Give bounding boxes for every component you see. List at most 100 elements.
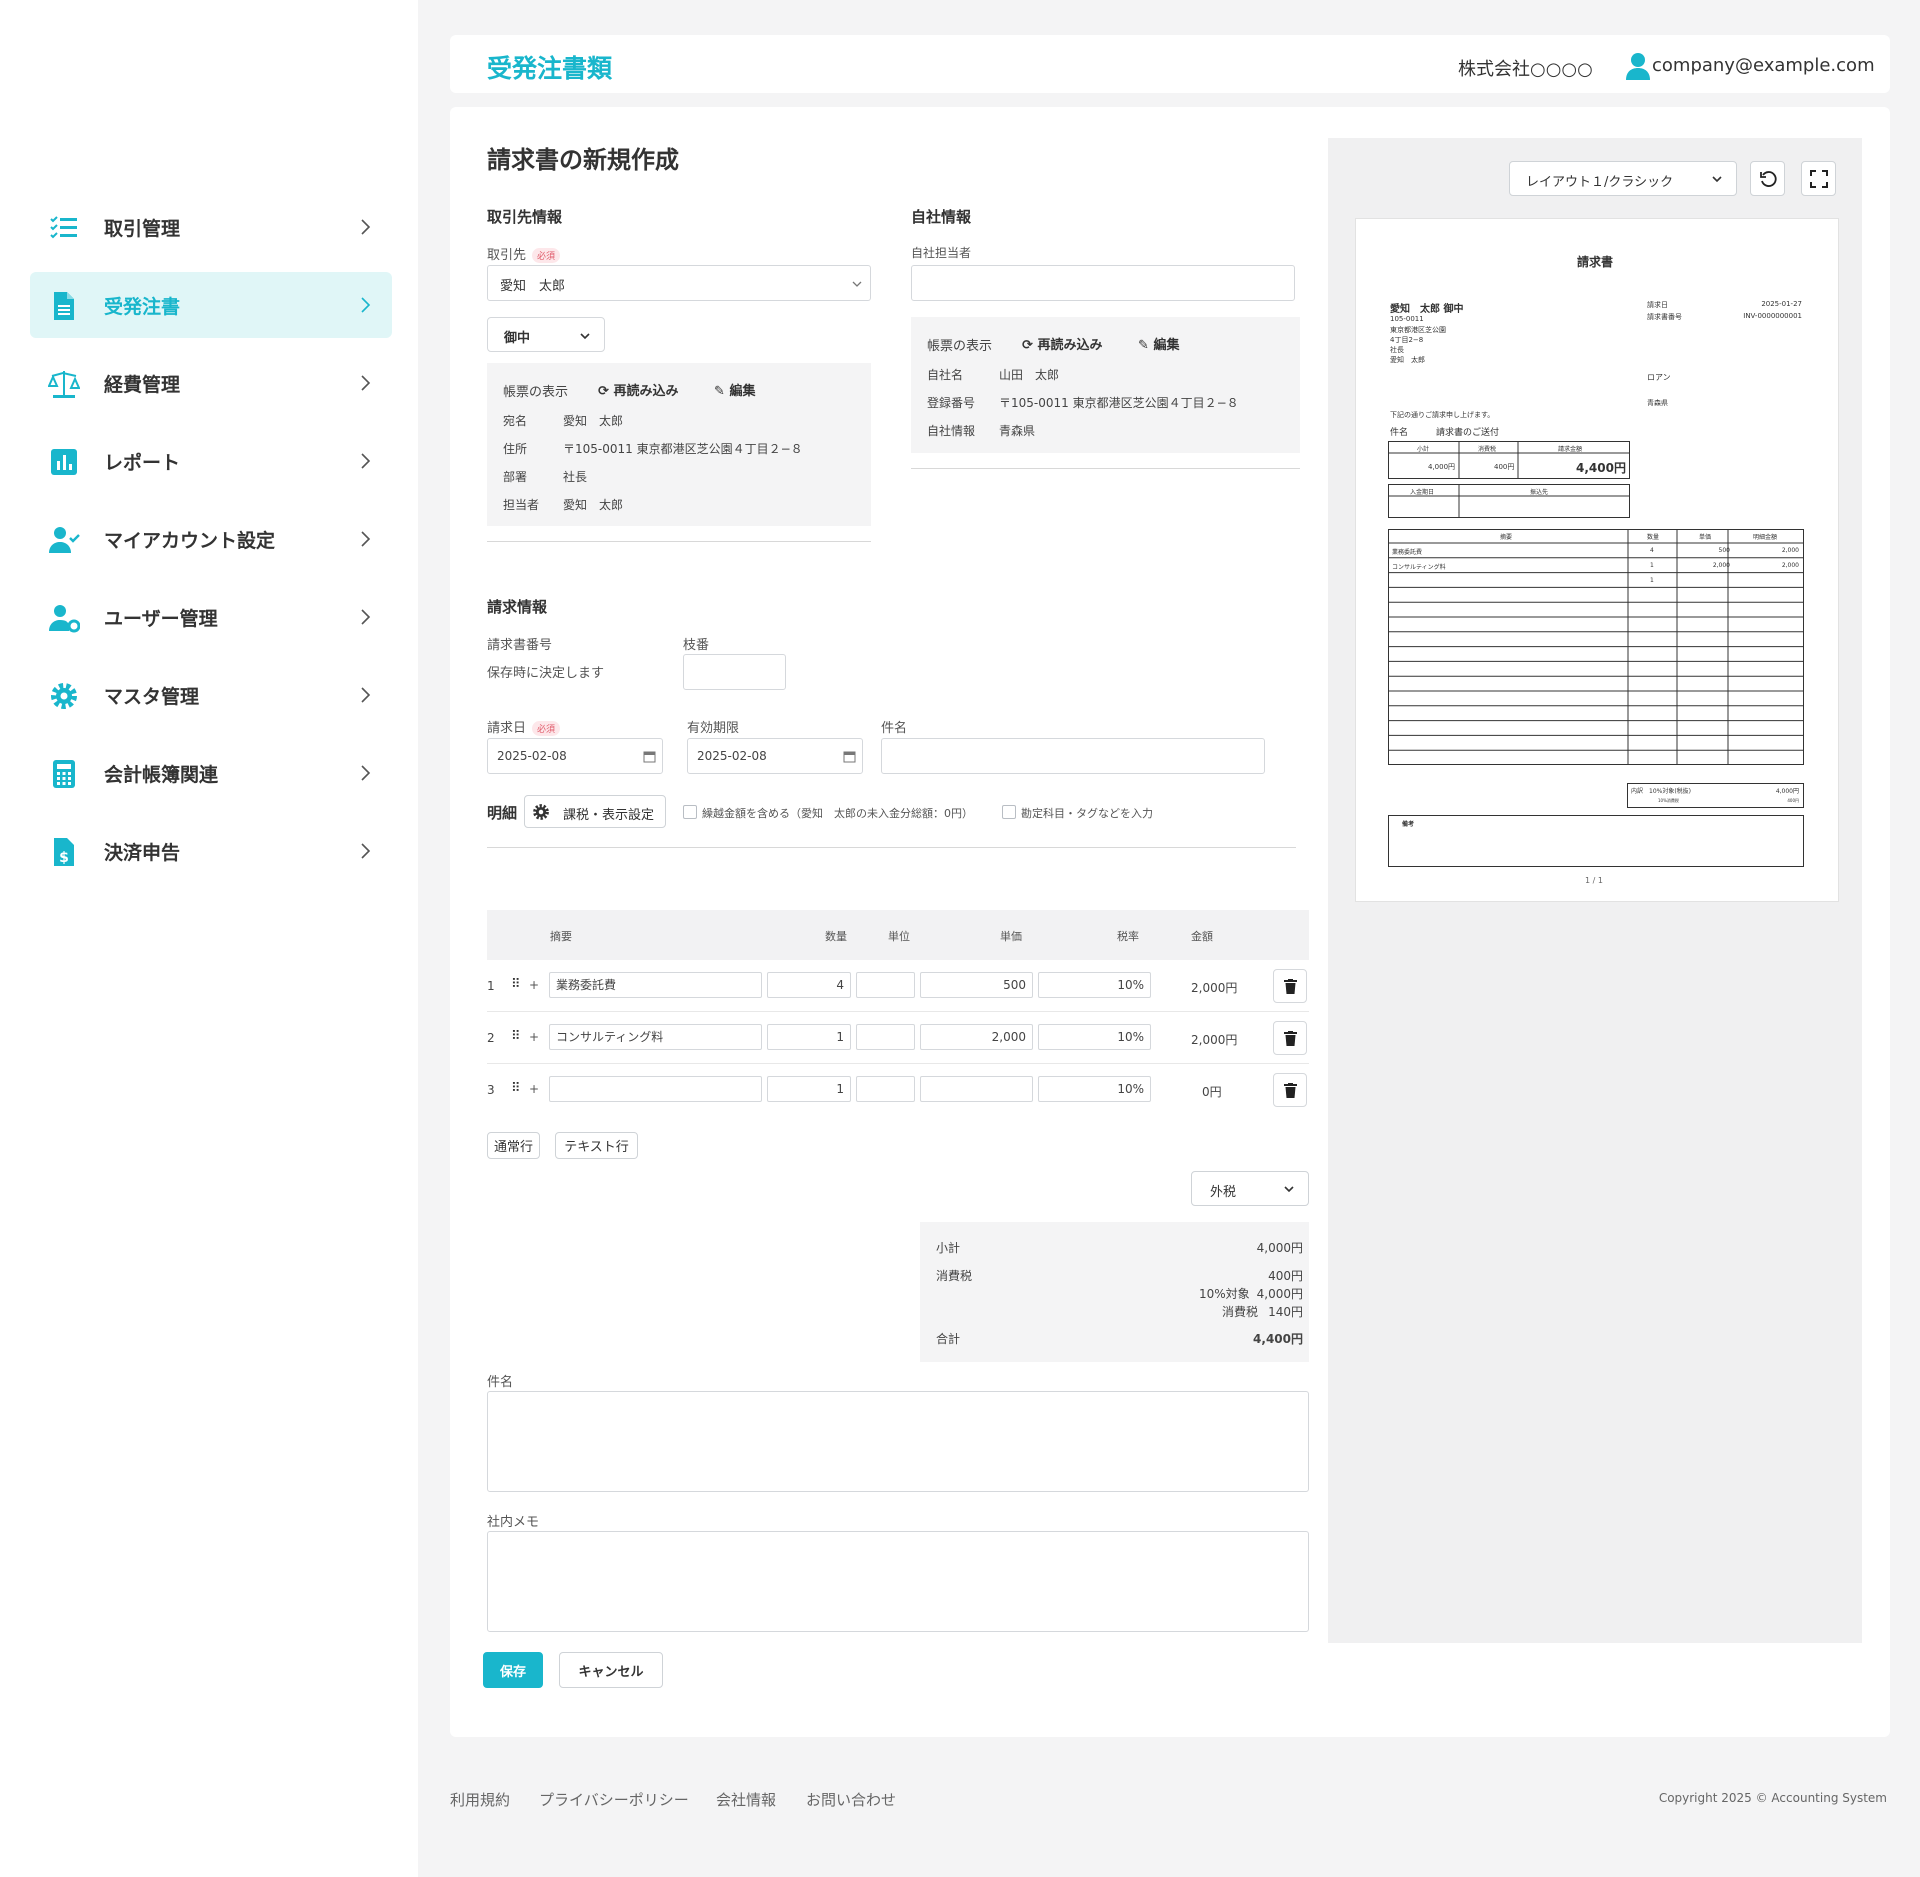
row-description-input[interactable]	[549, 1076, 762, 1102]
preview-to-line: 東京都港区芝公園	[1390, 326, 1446, 334]
add-text-row-button[interactable]: テキスト行	[555, 1132, 638, 1159]
own-reload-button[interactable]: ⟳ 再読み込み	[1022, 334, 1102, 353]
invoice-date-value: 2025-02-08	[497, 749, 567, 763]
row-price-input[interactable]: 2,000	[920, 1024, 1033, 1050]
drag-handle-icon[interactable]: ⠿	[511, 1029, 521, 1044]
delete-row-button[interactable]	[1273, 1021, 1307, 1055]
sidebar-item-expenses[interactable]: 経費管理	[30, 350, 392, 416]
preview-item-qty: 4	[1650, 547, 1654, 554]
footer-link-contact[interactable]: お問い合わせ	[806, 1789, 896, 1810]
preview-number-value: INV-0000000001	[1743, 312, 1802, 320]
user-check-icon	[49, 527, 80, 553]
preview-date-value: 2025-01-27	[1761, 300, 1802, 308]
memo-textarea[interactable]	[487, 1531, 1309, 1632]
user-email[interactable]: company@example.com	[1652, 55, 1875, 76]
client-reload-button[interactable]: ⟳ 再読み込み	[598, 380, 678, 399]
row-tax-input[interactable]: 10%	[1038, 1076, 1151, 1102]
delete-row-button[interactable]	[1273, 1073, 1307, 1107]
carry-over-checkbox[interactable]	[683, 805, 697, 819]
branch-label: 枝番	[683, 638, 710, 653]
add-row-icon[interactable]: +	[529, 1082, 539, 1096]
preview-to-line: 105-0011	[1390, 315, 1424, 323]
client-row-value: 愛知 太郎	[563, 414, 624, 428]
tax-mode-value: 外税	[1210, 1185, 1237, 1200]
column-header-unit-price: 単価	[1000, 930, 1022, 943]
row-price-input[interactable]: 500	[920, 972, 1033, 998]
remarks-textarea[interactable]	[487, 1391, 1309, 1492]
sidebar-item-reports[interactable]: レポート	[30, 428, 392, 494]
client-select[interactable]: 愛知 太郎	[487, 265, 871, 301]
drag-handle-icon[interactable]: ⠿	[511, 977, 521, 992]
preview-to-name: 愛知 太郎 御中	[1390, 304, 1464, 315]
client-section-heading: 取引先情報	[487, 208, 563, 226]
row-quantity-input[interactable]: 1	[767, 1024, 851, 1050]
sidebar-item-label: 取引管理	[104, 217, 181, 240]
add-row-icon[interactable]: +	[529, 978, 539, 992]
calendar-icon[interactable]	[843, 750, 856, 763]
row-unit-input[interactable]	[856, 972, 915, 998]
divider	[487, 541, 871, 542]
row-quantity-input[interactable]: 4	[767, 972, 851, 998]
footer-link-terms[interactable]: 利用規約	[450, 1789, 510, 1810]
chevron-down-icon	[852, 281, 862, 287]
delete-row-button[interactable]	[1273, 969, 1307, 1003]
preview-items-header: 単価	[1699, 534, 1712, 541]
chevron-right-icon	[361, 375, 371, 391]
save-button[interactable]: 保存	[483, 1652, 543, 1688]
form-title: 請求書の新規作成	[487, 146, 679, 174]
expiry-date-input[interactable]: 2025-02-08	[687, 738, 863, 774]
account-tag-checkbox[interactable]	[1002, 805, 1016, 819]
reset-preview-button[interactable]	[1750, 161, 1785, 196]
tax-mode-select[interactable]: 外税	[1191, 1171, 1309, 1206]
footer-link-company[interactable]: 会社情報	[716, 1789, 776, 1810]
preview-summary-value: 4,000円	[1428, 463, 1456, 471]
fullscreen-button[interactable]	[1801, 161, 1836, 196]
row-price-input[interactable]	[920, 1076, 1033, 1102]
sidebar-item-settlement[interactable]: $ 決済申告	[30, 818, 392, 884]
cancel-button[interactable]: キャンセル	[559, 1652, 663, 1688]
sidebar-item-master[interactable]: マスタ管理	[30, 662, 392, 728]
tax-display-settings-button[interactable]: 課税・表示設定	[524, 795, 666, 828]
sidebar-item-ledger[interactable]: 会計帳簿関連	[30, 740, 392, 806]
preview-item-qty: 1	[1650, 562, 1654, 569]
preview-items-header: 明細金額	[1753, 534, 1778, 541]
column-header-description: 摘要	[550, 930, 572, 943]
preview-item-price: 2,000	[1712, 562, 1730, 569]
row-description-input[interactable]: コンサルティング料	[549, 1024, 762, 1050]
invoice-section-heading: 請求情報	[487, 598, 548, 616]
sidebar-item-transactions[interactable]: 取引管理	[30, 194, 392, 260]
subject-input[interactable]	[881, 738, 1265, 774]
own-staff-input[interactable]	[911, 265, 1295, 301]
column-header-amount: 金額	[1191, 930, 1213, 943]
preview-item-amount: 2,000	[1781, 562, 1799, 569]
add-row-icon[interactable]: +	[529, 1030, 539, 1044]
row-tax-input[interactable]: 10%	[1038, 1024, 1151, 1050]
sidebar-item-orders[interactable]: 受発注書	[30, 272, 392, 338]
drag-handle-icon[interactable]: ⠿	[511, 1081, 521, 1096]
client-edit-button[interactable]: ✎ 編集	[714, 380, 755, 399]
row-divider	[487, 1011, 1309, 1012]
honorific-select[interactable]: 御中	[487, 317, 605, 352]
invoice-date-input[interactable]: 2025-02-08	[487, 738, 663, 774]
preview-to-line: 社長	[1390, 346, 1404, 354]
row-unit-input[interactable]	[856, 1024, 915, 1050]
own-reload-label: 再読み込み	[1037, 338, 1103, 353]
top-header: 受発注書類 株式会社○○○○ company@example.com	[450, 35, 1890, 93]
sidebar-item-my-account[interactable]: マイアカウント設定	[30, 506, 392, 572]
total-label: 合計	[936, 1332, 961, 1346]
row-quantity-input[interactable]: 1	[767, 1076, 851, 1102]
user-icon[interactable]	[1626, 52, 1650, 80]
footer-link-privacy[interactable]: プライバシーポリシー	[539, 1789, 689, 1810]
branch-input[interactable]	[683, 654, 786, 690]
sidebar-item-users[interactable]: ユーザー管理	[30, 584, 392, 650]
calendar-icon[interactable]	[643, 750, 656, 763]
row-tax-input[interactable]: 10%	[1038, 972, 1151, 998]
own-edit-button[interactable]: ✎ 編集	[1138, 334, 1179, 353]
row-unit-input[interactable]	[856, 1076, 915, 1102]
layout-select[interactable]: レイアウト１/クラシック	[1509, 161, 1737, 196]
sidebar-item-label: 受発注書	[104, 295, 181, 318]
add-normal-row-button[interactable]: 通常行	[487, 1132, 540, 1159]
chevron-right-icon	[361, 609, 371, 625]
row-description-input[interactable]: 業務委託費	[549, 972, 762, 998]
preview-item-amount: 2,000	[1781, 547, 1799, 554]
